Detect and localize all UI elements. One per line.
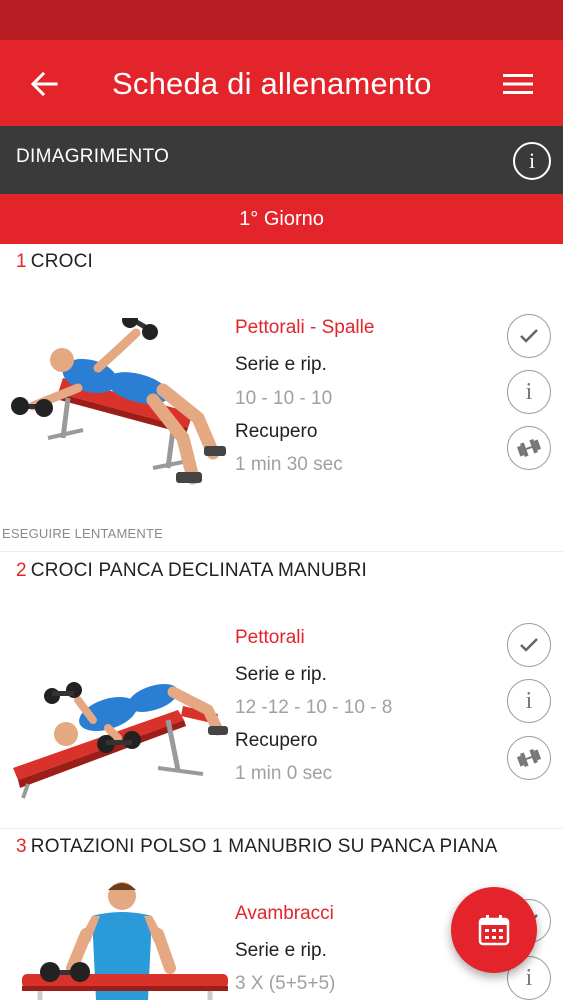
info-icon: i — [525, 964, 533, 991]
back-button[interactable] — [24, 64, 64, 104]
mark-done-button[interactable] — [507, 314, 551, 358]
rest-value: 1 min 30 sec — [235, 454, 343, 475]
exercise-name: CROCI — [30, 251, 94, 272]
exercise-muscle-group: Avambracci — [235, 903, 334, 924]
dumbbell-icon — [516, 439, 542, 457]
sets-label: Serie e rip. — [235, 354, 327, 375]
sets-value: 3 X (5+5+5) — [235, 973, 336, 994]
day-label: 1° Giorno — [239, 207, 324, 230]
exercise-muscle-group: Pettorali — [235, 627, 305, 648]
exercise-name: ROTAZIONI POLSO 1 MANUBRIO SU PANCA PIAN… — [30, 836, 498, 857]
exercise-image[interactable] — [8, 670, 233, 800]
checkmark-icon — [520, 638, 538, 652]
app-bar: Scheda di allenamento — [0, 40, 563, 126]
exercise-muscle-group: Pettorali - Spalle — [235, 317, 375, 338]
dumbbell-icon — [516, 749, 542, 767]
rest-value: 1 min 0 sec — [235, 763, 333, 784]
sets-value: 10 - 10 - 10 — [235, 388, 333, 409]
exercise-title[interactable]: 3 ROTAZIONI POLSO 1 MANUBRIO SU PANCA PIA… — [16, 836, 498, 858]
sets-label: Serie e rip. — [235, 664, 327, 685]
sets-value: 12 -12 - 10 - 10 - 8 — [235, 697, 393, 718]
divider — [0, 828, 563, 829]
hamburger-menu-icon — [503, 74, 533, 94]
rest-label: Recupero — [235, 730, 318, 751]
mark-done-button[interactable] — [507, 623, 551, 667]
exercise-name: CROCI PANCA DECLINATA MANUBRI — [30, 560, 368, 581]
info-icon: i — [525, 687, 533, 714]
program-title: DIMAGRIMENTO — [16, 146, 170, 167]
exercise-title[interactable]: 1 CROCI — [16, 251, 93, 273]
exercise-note: ESEGUIRE LENTAMENTE — [2, 526, 164, 541]
exercise-number: 2 — [16, 560, 27, 581]
status-bar — [0, 0, 563, 40]
weights-button[interactable] — [507, 736, 551, 780]
exercise-image[interactable] — [20, 878, 230, 1000]
rest-label: Recupero — [235, 421, 318, 442]
page-title: Scheda di allenamento — [112, 66, 432, 101]
info-icon: i — [528, 148, 536, 173]
program-info-button[interactable]: i — [513, 142, 551, 180]
exercise-image[interactable] — [8, 318, 233, 498]
exercise-number: 3 — [16, 836, 27, 857]
divider — [0, 551, 563, 552]
info-icon: i — [525, 378, 533, 405]
arrow-left-icon — [30, 71, 58, 97]
weights-button[interactable] — [507, 426, 551, 470]
exercise-info-button[interactable]: i — [507, 370, 551, 414]
program-header: DIMAGRIMENTO — [0, 126, 563, 194]
calendar-fab-button[interactable] — [451, 887, 537, 973]
exercise-title[interactable]: 2 CROCI PANCA DECLINATA MANUBRI — [16, 560, 367, 582]
day-header[interactable]: 1° Giorno — [0, 194, 563, 244]
calendar-icon — [478, 915, 510, 946]
menu-button[interactable] — [496, 64, 540, 104]
exercise-number: 1 — [16, 251, 27, 272]
sets-label: Serie e rip. — [235, 940, 327, 961]
checkmark-icon — [520, 329, 538, 343]
exercise-info-button[interactable]: i — [507, 679, 551, 723]
